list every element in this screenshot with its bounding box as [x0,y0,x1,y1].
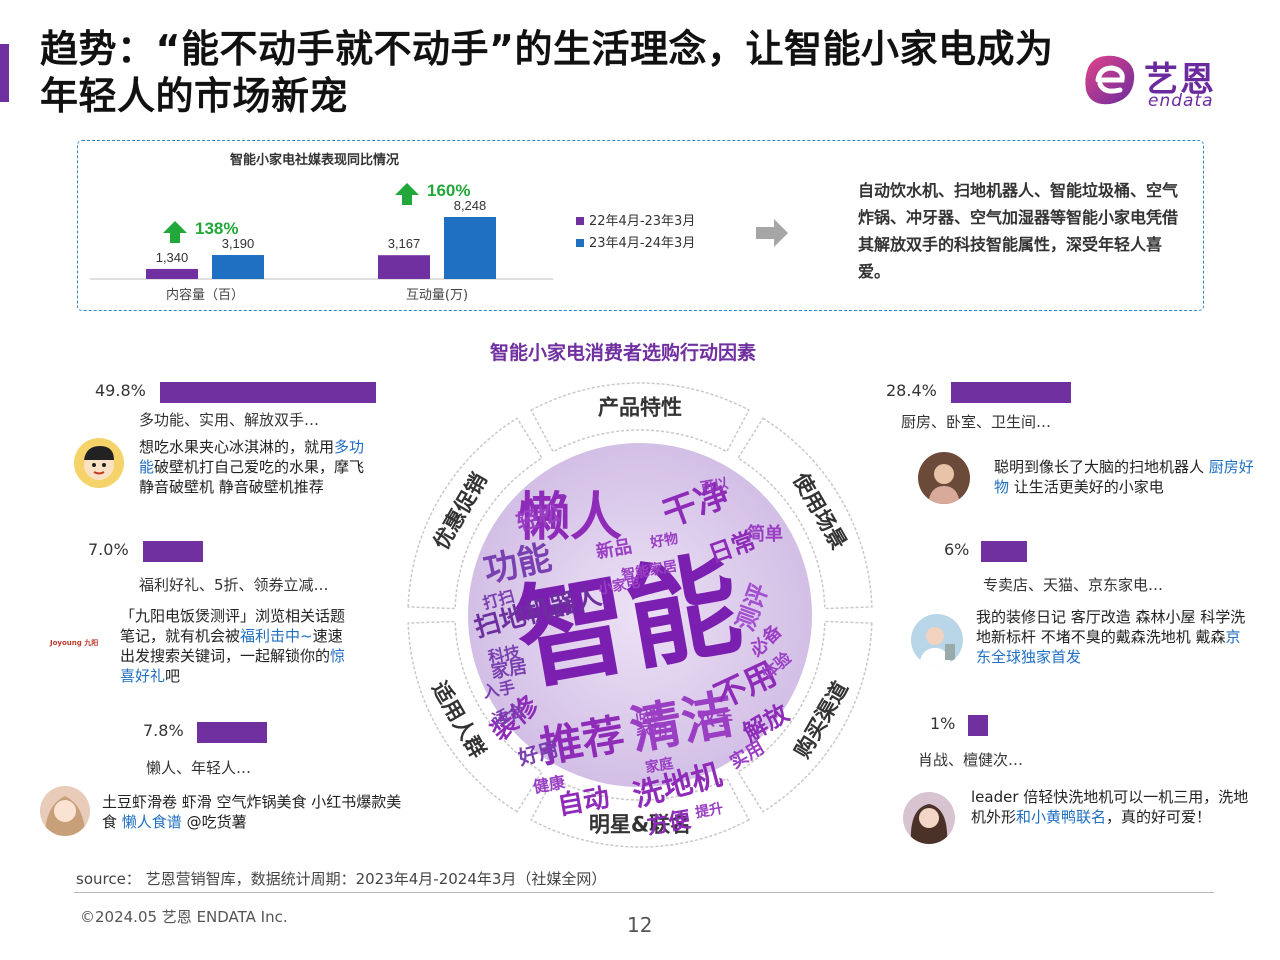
source-note: source： 艺恩营销智库，数据统计周期：2023年4月-2024年3月（社媒… [76,870,607,888]
growth-label: 160% [427,181,470,200]
scene-avatar [918,452,970,504]
scene-bar [951,382,1071,403]
arrow-right-icon [756,219,788,247]
wordcloud-word: 简单 [747,523,783,545]
growth-label: 138% [195,219,238,238]
people-bar [197,722,267,743]
celebrity-quote: leader 倍轻快洗地机可以一机三用，洗地机外形和小黄鸭联名，真的好可爱！ [971,788,1249,826]
stats-description: 自动饮水机、扫地机器人、智能垃圾桶、空气炸锅、冲牙器、空气加湿器等智能小家电凭借… [858,181,1179,281]
stats-panel: 智能小家电社媒表现同比情况 1,340 3,190 内容量（百） 138% 3,167 8… [77,140,1204,311]
legend-swatch [576,239,584,247]
wordcloud-wheel: 产品特性使用场景购买渠道明星&联名适用人群优惠促销智能懒人清洁推荐功能干净扫地机… [407,382,873,848]
endata-logo: 艺恩 endata [1080,50,1240,112]
chart-bar [212,255,264,279]
promo-keywords: 福利好礼、5折、领券立减… [139,576,329,594]
chart-value-label: 3,167 [388,236,421,251]
people-keywords: 懒人、年轻人… [146,759,252,777]
celebrity-pct: 1% [930,714,956,733]
chart-bar [146,268,198,279]
chart-bar [378,255,430,279]
wordcloud-word: 双手 [697,708,733,730]
promo-pct: 7.0% [88,540,129,559]
channel-pct: 6% [944,540,970,559]
copyright: ©2024.05 艺恩 ENDATA Inc. [80,908,288,926]
people-quote: 土豆虾滑卷 虾滑 空气炸锅美食 小红书爆款美食 懒人食谱 @吃货薯 [102,793,402,831]
wordcloud-title: 智能小家电消费者选购行动因素 [490,342,757,364]
growth-up-arrow-icon [395,183,419,205]
promo-bar [143,541,203,562]
yoy-chart: 智能小家电社媒表现同比情况 1,340 3,190 内容量（百） 138% 3,167 8… [78,141,728,309]
people-avatar [40,786,90,836]
legend-label: 22年4月-23年3月 [589,214,695,229]
legend-swatch [576,217,584,225]
page-number: 12 [627,913,653,937]
product-bar [160,382,376,403]
chart-category-label: 内容量（百） [166,287,244,303]
product-avatar [74,438,124,488]
chart-value-label: 1,340 [156,250,189,265]
chart-bar [444,217,496,279]
channel-bar [981,541,1027,562]
celebrity-avatar [903,792,955,844]
promo-quote: 「九阳电饭煲测评」浏览相关话题笔记，就有机会被福利击中~速速出发搜索关键词，一起… [120,607,346,685]
growth-up-arrow-icon [163,221,187,244]
channel-quote: 我的装修日记 客厅改造 森林小屋 科学洗地新标杆 不堵不臭的戴森洗地机 戴森京东… [976,608,1246,666]
joyoung-logo: Joyoung 九阳 [50,639,99,647]
scene-quote: 聪明到像长了大脑的扫地机器人 厨房好物 让生活更美好的小家电 [994,458,1254,496]
page-title: 趋势：“能不动手就不动手”的生活理念，让智能小家电成为年轻人的市场新宠 [40,27,1054,118]
product-quote: 想吃水果夹心冰淇淋的，就用多功能破壁机打自己爱吃的水果，摩飞静音破壁机 静音破壁… [139,438,365,496]
celebrity-keywords: 肖战、檀健次… [918,751,1024,769]
product-pct: 49.8% [95,381,146,400]
celebrity-bar [968,715,988,736]
scene-pct: 28.4% [886,381,937,400]
people-pct: 7.8% [143,721,184,740]
footer-divider [74,892,1214,893]
scene-keywords: 厨房、卧室、卫生间… [901,413,1052,431]
wheel-segment-label: 产品特性 [598,396,682,420]
endata-e-icon [1085,55,1135,105]
product-keywords: 多功能、实用、解放双手… [139,411,320,429]
title-accent-bar [0,44,9,102]
channel-keywords: 专卖店、天猫、京东家电… [983,576,1164,594]
chart-svg: 1,340 3,190 内容量（百） 138% 3,167 8,248 互动量(万) 160%… [90,181,695,303]
legend-label: 23年4月-24年3月 [589,236,695,251]
chart-value-label: 3,190 [222,236,255,251]
chart-category-label: 互动量(万) [406,288,468,303]
chart-value-label: 8,248 [454,198,487,213]
channel-avatar [911,614,963,666]
logo-text-en: endata [1148,91,1214,111]
